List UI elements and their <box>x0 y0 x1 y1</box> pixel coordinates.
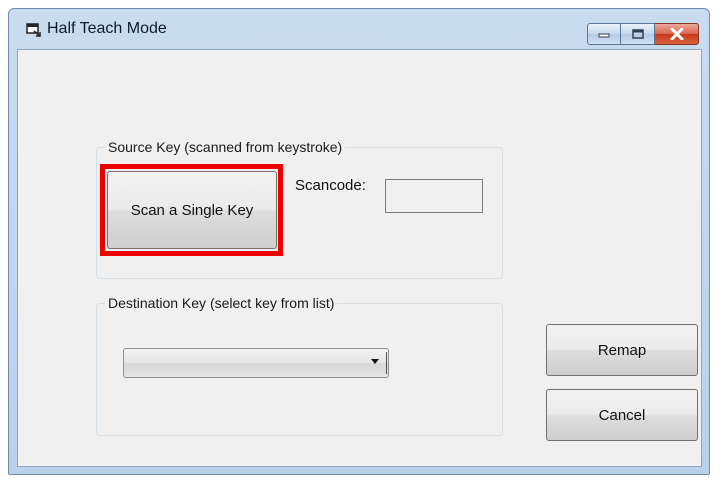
minimize-button[interactable] <box>587 23 621 45</box>
close-button[interactable] <box>655 23 699 45</box>
maximize-button[interactable] <box>621 23 655 45</box>
remap-button[interactable]: Remap <box>546 324 698 376</box>
dialog-client-area: Source Key (scanned from keystroke) Scan… <box>17 49 702 467</box>
destination-key-select[interactable] <box>123 348 389 378</box>
source-key-group-label: Source Key (scanned from keystroke) <box>105 139 346 155</box>
cancel-button[interactable]: Cancel <box>546 389 698 441</box>
destination-key-group-label: Destination Key (select key from list) <box>105 295 338 311</box>
combo-separator <box>386 352 387 374</box>
maximize-icon <box>631 29 644 39</box>
title-bar[interactable]: Half Teach Mode <box>9 9 709 49</box>
scancode-field[interactable] <box>385 179 483 213</box>
window-icon <box>26 23 41 37</box>
minimize-icon <box>598 33 610 38</box>
scan-single-key-button[interactable]: Scan a Single Key <box>107 171 277 249</box>
dialog-window: Half Teach Mode Source Key (scanned from… <box>8 8 710 475</box>
window-title: Half Teach Mode <box>47 20 167 37</box>
scancode-label: Scancode: <box>295 177 366 194</box>
close-icon <box>670 28 683 40</box>
chevron-down-icon <box>371 359 379 364</box>
